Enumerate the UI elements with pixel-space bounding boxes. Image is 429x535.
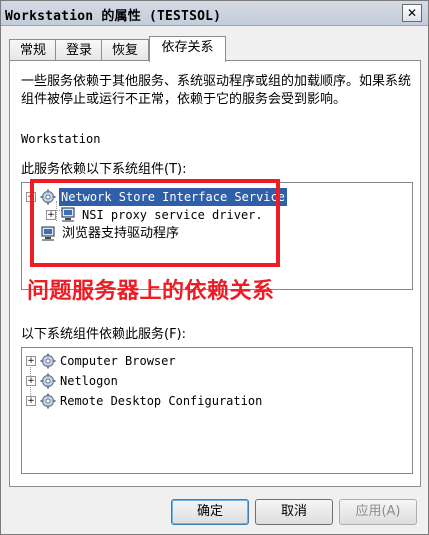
tree-node-label: Computer Browser — [60, 354, 176, 368]
tab-dependencies[interactable]: 依存关系 — [149, 36, 226, 62]
tree-node-label: Netlogon — [60, 374, 118, 388]
depends-on-label: 此服务依赖以下系统组件(T): — [21, 162, 187, 177]
tree-node-computer-browser[interactable]: + Computer Browser — [26, 352, 406, 370]
properties-dialog: Workstation 的属性 (TESTSOL) ✕ 常规 登录 恢复 依存关… — [0, 0, 429, 535]
tree-node-remote-desktop-config[interactable]: + Remote Desktop Configuration — [26, 392, 406, 410]
service-name: Workstation — [21, 132, 101, 146]
description-text: 一些服务依赖于其他服务、系统驱动程序或组的加载顺序。如果系统组件被停止或运行不正… — [21, 74, 412, 107]
window-title: Workstation 的属性 (TESTSOL) — [5, 9, 222, 24]
annotation-highlight-box — [30, 179, 280, 267]
apply-button[interactable]: 应用(A) — [339, 499, 417, 525]
tab-logon[interactable]: 登录 — [55, 39, 103, 61]
tab-recovery[interactable]: 恢复 — [101, 39, 149, 61]
expand-icon[interactable]: + — [26, 376, 36, 386]
cancel-button[interactable]: 取消 — [255, 499, 333, 525]
depended-by-tree[interactable]: + Computer Browser + Netlogon + Remote D… — [21, 347, 413, 474]
tree-node-label: Remote Desktop Configuration — [60, 394, 263, 408]
title-bar: Workstation 的属性 (TESTSOL) ✕ — [1, 1, 428, 26]
gear-icon — [40, 373, 56, 389]
gear-icon — [40, 393, 56, 409]
ok-button[interactable]: 确定 — [171, 499, 249, 525]
tree-node-netlogon[interactable]: + Netlogon — [26, 372, 406, 390]
close-button[interactable]: ✕ — [402, 4, 422, 22]
depended-by-label: 以下系统组件依赖此服务(F): — [21, 327, 187, 342]
expand-icon[interactable]: + — [26, 356, 36, 366]
tab-general[interactable]: 常规 — [9, 39, 57, 61]
expand-icon[interactable]: + — [26, 396, 36, 406]
annotation-text: 问题服务器上的依赖关系 — [27, 279, 275, 304]
gear-icon — [40, 353, 56, 369]
